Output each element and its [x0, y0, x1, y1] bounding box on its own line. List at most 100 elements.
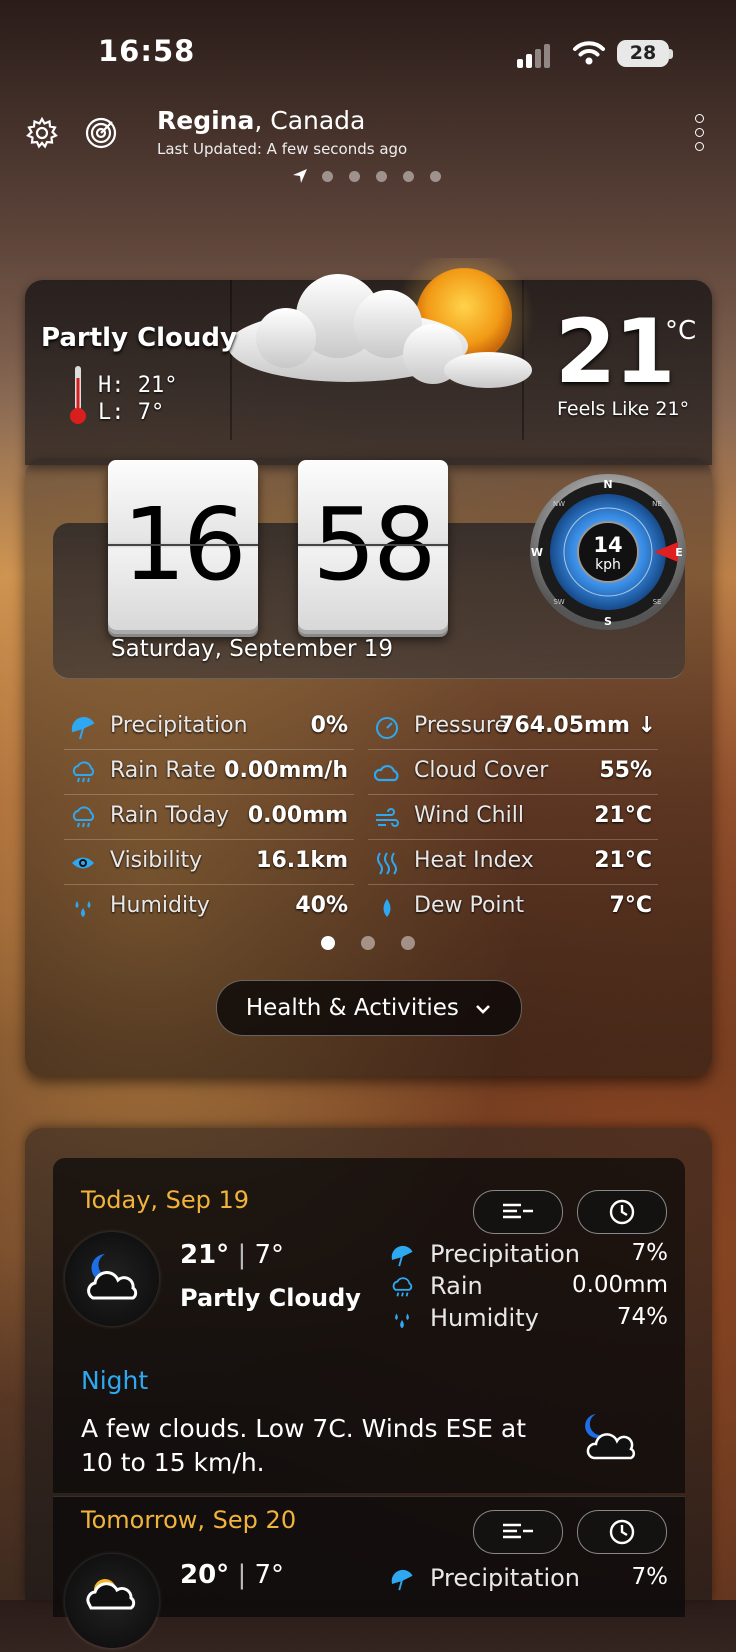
forecast-stat-label: Humidity — [430, 1304, 539, 1332]
forecast-stat: Humidity 74% — [388, 1304, 668, 1336]
forecast-high-low: 21° | 7° — [180, 1240, 284, 1270]
clock-icon — [609, 1519, 635, 1545]
night-partly-cloudy-icon — [87, 1254, 138, 1300]
compass-s: S — [604, 615, 612, 628]
stat-dew-point: Dew Point 7°C — [368, 885, 658, 929]
clock-hour: 16 — [108, 460, 258, 630]
high-temp: H: 21° — [98, 373, 178, 398]
stat-rain-rate: Rain Rate 0.00mm/h — [64, 750, 354, 795]
forecast-stat: Precipitation 7% — [388, 1564, 668, 1596]
night-cloud-icon — [585, 1414, 636, 1460]
slide-dot[interactable] — [361, 936, 375, 950]
stat-value: 0.00mm/h — [224, 758, 348, 783]
humidity-drops-icon — [395, 1313, 409, 1329]
stat-label: Visibility — [110, 848, 203, 873]
stat-label: Pressure — [414, 713, 508, 738]
wifi-icon — [573, 41, 605, 65]
current-location-arrow-icon — [293, 169, 307, 183]
day-partly-cloudy-icon — [86, 1579, 136, 1610]
current-temperature: 21 — [555, 300, 675, 403]
night-description: A few clouds. Low 7C. Winds ESE at 10 to… — [81, 1414, 527, 1477]
stats-left: Precipitation 0% Rain Rate 0.00mm/h Rain… — [64, 705, 354, 929]
stat-value: 21°C — [594, 803, 652, 828]
forecast-stat: Precipitation 7% — [388, 1240, 668, 1272]
forecast-icon-circle — [65, 1232, 159, 1326]
stat-pressure: Pressure 764.05mm ↓ — [368, 705, 658, 750]
details-list-button[interactable] — [473, 1190, 563, 1234]
forecast-high-low: 20° | 7° — [180, 1560, 284, 1590]
stat-precipitation: Precipitation 0% — [64, 705, 354, 750]
details-list-button[interactable] — [473, 1510, 563, 1554]
forecast-date: Today, Sep 19 — [81, 1186, 250, 1214]
status-time: 16:58 — [98, 34, 196, 68]
compass-w: W — [531, 546, 543, 559]
wind-compass-icon[interactable]: 14 kph N S W E NW NE SW SE — [528, 472, 688, 632]
rain-cloud-icon — [72, 761, 95, 783]
wind-icon — [376, 808, 399, 827]
hourly-button[interactable] — [577, 1190, 667, 1234]
separator: | — [237, 1560, 247, 1590]
country-name: , Canada — [254, 106, 366, 135]
hourly-button[interactable] — [577, 1510, 667, 1554]
stat-cloud-cover: Cloud Cover 55% — [368, 750, 658, 795]
feels-like: Feels Like 21° — [557, 398, 690, 420]
thermometer-icon — [70, 366, 86, 424]
page-dot[interactable] — [430, 171, 441, 182]
wind-speed: 14 — [593, 533, 622, 557]
forecast-high: 20° — [180, 1560, 230, 1590]
stat-value: 0% — [310, 713, 348, 738]
slide-dot[interactable] — [321, 936, 335, 950]
list-icon — [503, 1523, 533, 1539]
current-condition: Partly Cloudy — [41, 323, 237, 353]
forecast-stat-label: Rain — [430, 1272, 483, 1300]
slide-dot[interactable] — [401, 936, 415, 950]
health-activities-button[interactable]: Health & Activities — [216, 980, 522, 1036]
page-dot[interactable] — [376, 171, 387, 182]
stat-value: 0.00mm — [247, 803, 348, 828]
battery-tip — [669, 49, 673, 59]
separator: | — [237, 1240, 247, 1270]
forecast-stat-value: 0.00mm — [571, 1272, 668, 1298]
forecast-today-stats: Precipitation 7% Rain 0.00mm Humidity 74… — [388, 1240, 668, 1336]
cell-signal-icon — [517, 44, 555, 68]
rain-cloud-icon — [72, 806, 95, 828]
last-updated: Last Updated: A few seconds ago — [157, 140, 408, 158]
compass-sw: SW — [553, 598, 564, 606]
low-temp: L: 7° — [98, 400, 165, 425]
page-dot[interactable] — [349, 171, 360, 182]
stat-label: Wind Chill — [414, 803, 524, 828]
battery-indicator: 28 — [617, 40, 669, 67]
umbrella-icon — [71, 717, 95, 740]
eye-icon — [72, 857, 94, 869]
temperature-unit[interactable]: °C — [665, 316, 696, 346]
partly-cloudy-icon — [228, 258, 534, 388]
stat-value: 21°C — [594, 848, 652, 873]
forecast-icon-circle — [65, 1554, 159, 1648]
stat-label: Heat Index — [414, 848, 534, 873]
page-dot[interactable] — [322, 171, 333, 182]
drop-icon — [383, 899, 391, 917]
compass-nw: NW — [553, 500, 565, 508]
settings-gear-icon[interactable] — [25, 116, 59, 150]
stat-visibility: Visibility 16.1km — [64, 840, 354, 885]
night-label: Night — [81, 1366, 149, 1395]
forecast-condition: Partly Cloudy — [180, 1284, 361, 1312]
location-name[interactable]: Regina, Canada — [157, 106, 365, 135]
cloud-icon — [374, 764, 399, 782]
page-dot[interactable] — [403, 171, 414, 182]
more-options-icon[interactable] — [693, 114, 705, 154]
stat-label: Rain Rate — [110, 758, 216, 783]
high-low: H: 21° L: 7° — [98, 372, 177, 426]
stat-label: Cloud Cover — [414, 758, 549, 783]
rain-cloud-icon — [392, 1277, 413, 1297]
forecast-date: Tomorrow, Sep 20 — [81, 1506, 297, 1534]
stat-value: 764.05mm ↓ — [499, 713, 656, 738]
chevron-down-icon — [476, 1004, 491, 1014]
forecast-low: 7° — [254, 1560, 285, 1590]
umbrella-icon — [391, 1245, 413, 1267]
stat-value: 7°C — [609, 893, 652, 918]
stat-value: 16.1km — [256, 848, 348, 873]
stat-label: Dew Point — [414, 893, 525, 918]
flip-divider — [108, 544, 258, 546]
radar-icon[interactable] — [84, 116, 118, 150]
